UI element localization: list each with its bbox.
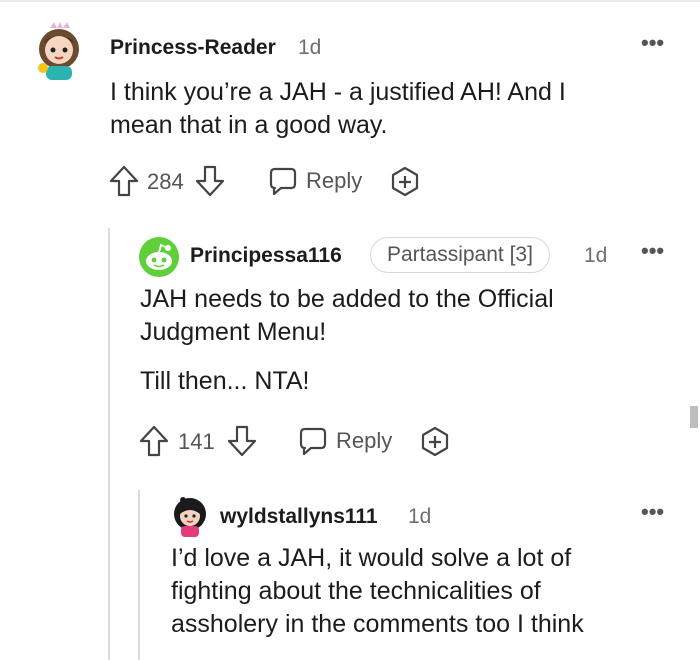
vote-count: 284 — [147, 169, 184, 194]
username[interactable]: Principessa116 — [190, 244, 342, 268]
reply-button[interactable]: Reply — [296, 424, 392, 458]
chat-bubble-icon — [299, 427, 327, 456]
user-flair-badge: Partassipant [3] — [370, 237, 550, 273]
reply-button[interactable]: Reply — [266, 164, 362, 198]
award-button[interactable] — [388, 164, 422, 198]
downvote-arrow-icon — [227, 425, 257, 457]
chat-bubble-icon — [269, 167, 297, 196]
comment-timestamp: 1d — [408, 505, 432, 528]
thread-line[interactable] — [108, 228, 110, 660]
scrollbar-thumb[interactable] — [690, 406, 698, 428]
upvote-arrow-icon — [109, 165, 139, 197]
award-plus-icon — [391, 166, 419, 197]
reply-label: Reply — [336, 428, 393, 453]
downvote-button[interactable] — [194, 164, 226, 198]
comment-body: I think you’re a JAH - a justified AH! A… — [110, 78, 566, 139]
snoo-avatar-icon[interactable] — [138, 236, 180, 278]
reply-label: Reply — [306, 168, 363, 193]
award-button[interactable] — [418, 424, 452, 458]
comment-timestamp: 1d — [298, 36, 322, 59]
comment-actions: 284 Reply — [108, 162, 438, 202]
downvote-button[interactable] — [226, 424, 258, 458]
username[interactable]: wyldstallyns111 — [220, 505, 378, 529]
downvote-arrow-icon — [195, 165, 225, 197]
award-plus-icon — [421, 426, 449, 457]
more-options-icon[interactable]: ••• — [641, 32, 664, 54]
girl-avatar-icon[interactable] — [170, 494, 210, 538]
princess-avatar-icon[interactable] — [32, 22, 86, 82]
vote-count: 141 — [178, 429, 215, 454]
thread-line[interactable] — [138, 490, 140, 660]
comment-timestamp: 1d — [584, 244, 608, 267]
comment-body: I’d love a JAH, it would solve a lot of … — [171, 544, 584, 638]
more-options-icon[interactable]: ••• — [641, 501, 664, 523]
upvote-button[interactable] — [108, 164, 140, 198]
username[interactable]: Princess-Reader — [110, 36, 276, 60]
more-options-icon[interactable]: ••• — [641, 240, 664, 262]
comment-body: JAH needs to be added to the Official Ju… — [140, 285, 554, 395]
upvote-arrow-icon — [139, 425, 169, 457]
comment-actions: 141 Reply — [138, 422, 468, 462]
top-divider — [0, 0, 700, 2]
upvote-button[interactable] — [138, 424, 170, 458]
